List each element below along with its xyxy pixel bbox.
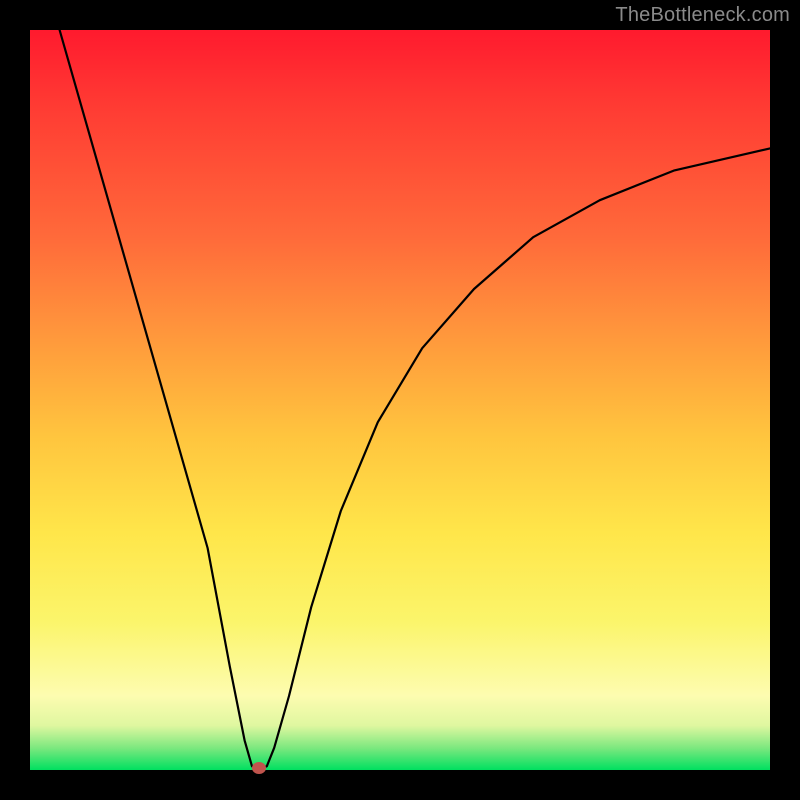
watermark-text: TheBottleneck.com	[615, 4, 790, 27]
optimal-point-marker	[252, 762, 266, 774]
bottleneck-curve	[30, 30, 770, 770]
plot-area	[30, 30, 770, 770]
chart-frame: TheBottleneck.com	[0, 0, 800, 800]
curve-path	[60, 30, 770, 769]
